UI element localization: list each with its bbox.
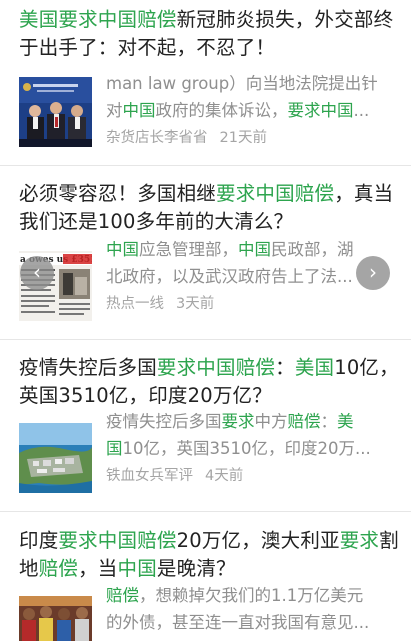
text-segment: ，当 (78, 557, 118, 580)
diplomats-press-photo (19, 77, 92, 147)
article-snippet-line: 赔偿，想赖掉欠我们的1.1万亿美元 (106, 583, 399, 608)
keyword-highlight: 中国 (117, 557, 157, 580)
text-segment: 是晚清？ (156, 557, 236, 580)
island-aerial-photo (19, 423, 92, 493)
carousel-next-button[interactable]: › (356, 256, 390, 290)
text-segment: 必须零容忍！多国相继 (19, 182, 217, 205)
article-snippet-line: 疫情失控后多国要求中方赔偿：美 (106, 409, 399, 434)
article-meta: 热点一线 3天前 (106, 292, 214, 313)
article-source: 铁血女兵军评 (106, 468, 193, 484)
keyword-highlight: 国 (106, 439, 123, 458)
article-time: 4天前 (205, 468, 244, 484)
text-segment: ： (320, 412, 338, 431)
article-title[interactable]: 必须零容忍！多国相继要求中国赔偿，真当我们还是100多年前的大清么？ (19, 180, 401, 236)
text-segment: ... (353, 101, 370, 120)
keyword-highlight: 赔偿 (38, 557, 79, 580)
article-meta: 铁血女兵军评 4天前 (106, 464, 243, 485)
text-segment: 的外债，甚至连一直对我国有意见... (106, 613, 370, 632)
article-title[interactable]: 疫情失控后多国要求中国赔偿：美国10亿，英国3510亿，印度20万亿？ (19, 354, 401, 410)
keyword-highlight: 美 (337, 412, 354, 431)
crowd-photo (19, 596, 92, 641)
keyword-highlight: 赔偿 (106, 586, 139, 605)
keyword-highlight: 要求中国赔偿 (216, 182, 335, 205)
article-meta: 杂货店长李省省 21天前 (106, 126, 267, 147)
article-source: 热点一线 (106, 296, 164, 312)
keyword-highlight: 要求 (339, 529, 380, 552)
text-segment: 北政府，以及武汉政府告上了法... (106, 267, 353, 286)
chevron-left-icon: ‹ (33, 260, 41, 284)
text-segment: 中方 (254, 412, 288, 431)
article-time: 3天前 (176, 296, 215, 312)
keyword-highlight: 美国要求中国赔偿 (19, 8, 177, 31)
article-thumbnail[interactable] (19, 596, 92, 641)
text-segment: ： (275, 356, 295, 379)
carousel-prev-button[interactable]: ‹ (20, 256, 54, 290)
article-thumbnail[interactable] (19, 77, 92, 147)
text-segment: 民政部，湖 (271, 240, 354, 259)
text-segment: 10亿，英国3510亿，印度20万... (122, 439, 371, 458)
chevron-right-icon: › (369, 260, 377, 284)
text-segment: man law group）向当地法院提出针 (106, 74, 378, 93)
article-snippet-line: 中国应急管理部，中国民政部，湖 (106, 237, 399, 262)
text-segment: 疫情失控后多国 (19, 356, 157, 379)
text-segment: 疫情失控后多国 (106, 412, 222, 431)
article-thumbnail[interactable] (19, 423, 92, 493)
text-segment: 印度 (19, 529, 59, 552)
article-time: 21天前 (219, 130, 267, 146)
article-title[interactable]: 美国要求中国赔偿新冠肺炎损失，外交部终于出手了：对不起，不忍了！ (19, 6, 401, 62)
article-source: 杂货店长李省省 (106, 130, 208, 146)
news-card[interactable]: 疫情失控后多国要求中国赔偿：美国10亿，英国3510亿，印度20万亿？ 疫情失控… (0, 340, 411, 512)
text-segment: 20万亿，澳大利亚 (176, 529, 340, 552)
article-snippet-line: 北政府，以及武汉政府告上了法... (106, 264, 399, 289)
text-segment: 应急管理部， (139, 240, 238, 259)
text-segment: 对 (106, 101, 123, 120)
article-snippet-line: 的外债，甚至连一直对我国有意见... (106, 610, 399, 635)
keyword-highlight: 要求中国赔偿 (58, 529, 177, 552)
article-snippet-line: man law group）向当地法院提出针 (106, 71, 399, 96)
keyword-highlight: 中国 (106, 240, 139, 259)
article-title[interactable]: 印度要求中国赔偿20万亿，澳大利亚要求割地赔偿，当中国是晚清？ (19, 527, 401, 583)
keyword-highlight: 中国 (238, 240, 271, 259)
news-feed: 美国要求中国赔偿新冠肺炎损失，外交部终于出手了：对不起，不忍了！ man law… (0, 0, 411, 641)
text-segment: 政府的集体诉讼， (155, 101, 288, 120)
keyword-highlight: 要求 (221, 412, 255, 431)
article-snippet-line: 对中国政府的集体诉讼，要求中国... (106, 98, 399, 123)
keyword-highlight: 要求中国 (287, 101, 354, 120)
text-segment: ，想赖掉欠我们的1.1万亿美元 (139, 586, 364, 605)
keyword-highlight: 美国 (294, 356, 335, 379)
keyword-highlight: 中国 (122, 101, 156, 120)
news-card[interactable]: 必须零容忍！多国相继要求中国赔偿，真当我们还是100多年前的大清么？ a owe… (0, 166, 411, 340)
article-snippet-line: 国10亿，英国3510亿，印度20万... (106, 436, 399, 461)
keyword-highlight: 赔偿 (287, 412, 321, 431)
news-card[interactable]: 印度要求中国赔偿20万亿，澳大利亚要求割地赔偿，当中国是晚清？ 赔偿，想赖掉欠我… (0, 512, 411, 641)
news-card[interactable]: 美国要求中国赔偿新冠肺炎损失，外交部终于出手了：对不起，不忍了！ man law… (0, 0, 411, 166)
keyword-highlight: 要求中国赔偿 (156, 356, 276, 379)
